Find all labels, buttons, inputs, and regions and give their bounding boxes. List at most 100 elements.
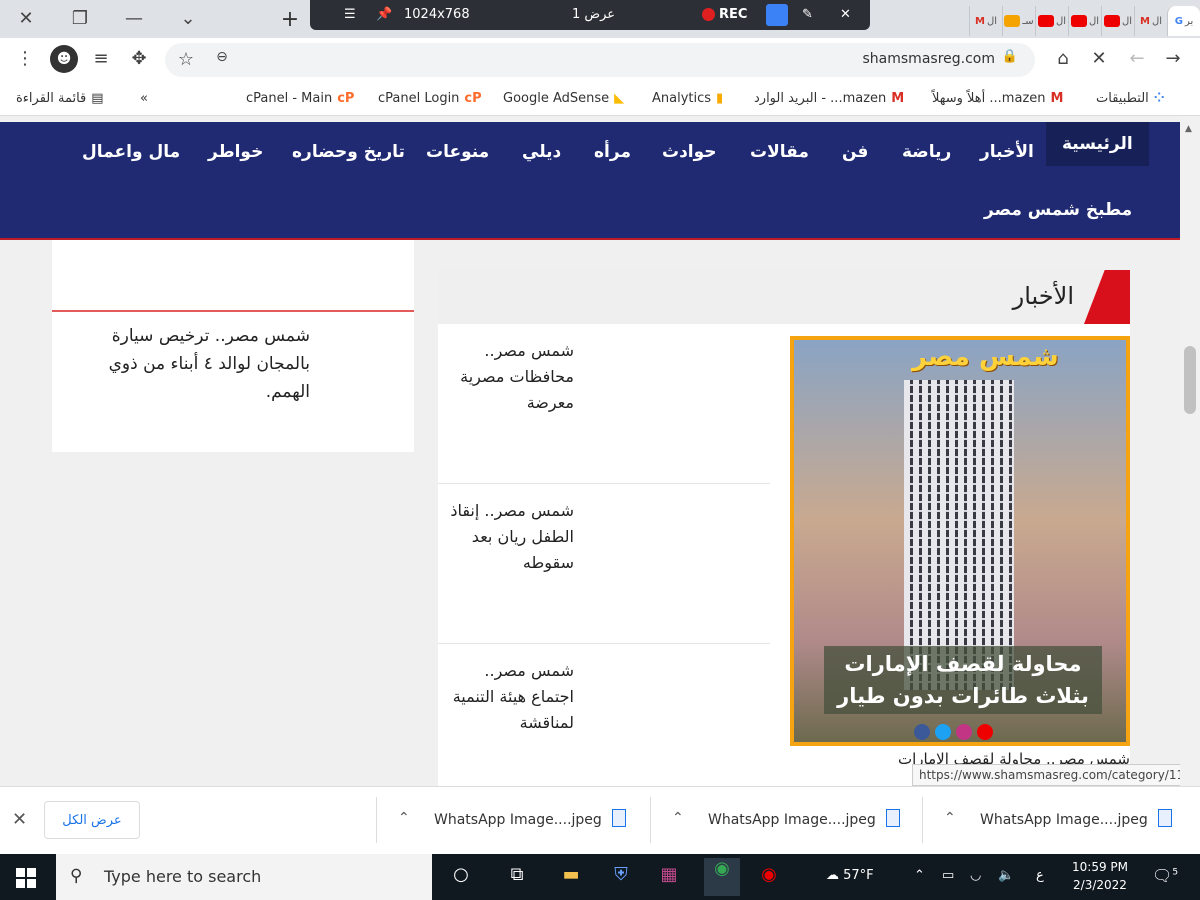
menu-icon[interactable]: ☰: [344, 7, 356, 22]
zoom-icon[interactable]: ⊖: [209, 49, 235, 65]
tab-google[interactable]: G بر: [1167, 6, 1200, 36]
nav-articles[interactable]: مقالات: [750, 142, 809, 162]
tab-gmail-2[interactable]: M ال: [969, 6, 1002, 36]
side-news-text[interactable]: شمس مصر.. ترخيص سيارة بالمجان لوالد ٤ أب…: [72, 322, 310, 406]
reading-list-button[interactable]: قائمة القراءة ▤: [16, 91, 104, 106]
weather-widget[interactable]: ☁ 57°F: [826, 868, 874, 883]
browser-toolbar: ⋮ ☻ ≡ ✥ ☆ ⊖ shamsmasreg.com 🔒 ⌂ ✕ ← →: [0, 38, 1200, 84]
new-tab-button[interactable]: +: [276, 6, 304, 32]
close-window-icon[interactable]: ✕: [0, 0, 52, 36]
profile-avatar[interactable]: ☻: [50, 45, 78, 73]
download-item[interactable]: ⌃ WhatsApp Image....jpeg: [932, 801, 1192, 841]
rec-button[interactable]: REC: [702, 7, 747, 22]
news-item-title: شمس مصر.. محافظات مصرية معرضة: [460, 341, 574, 412]
nav-misc[interactable]: منوعات: [426, 142, 489, 162]
chevron-up-icon[interactable]: ⌃: [398, 810, 410, 826]
section-title[interactable]: الأخبار: [1013, 282, 1074, 310]
volume-icon[interactable]: 🔈: [998, 868, 1014, 883]
back-arrow-icon[interactable]: ←: [1124, 48, 1150, 69]
featured-headline: محاولة لقصف الإمارات بثلاث طائرات بدون ط…: [824, 646, 1102, 714]
address-bar[interactable]: ☆ ⊖ shamsmasreg.com 🔒: [165, 43, 1035, 77]
pen-icon[interactable]: ✎: [802, 7, 813, 22]
page-scrollbar[interactable]: ▲: [1180, 116, 1200, 786]
bookmark-mazen-inbox[interactable]: البريد الوارد - ...mazen M: [754, 91, 904, 106]
stop-loading-icon[interactable]: ✕: [1086, 48, 1112, 69]
youtube-icon: [977, 724, 993, 740]
close-recorder-icon[interactable]: ✕: [840, 7, 851, 22]
restore-window-icon[interactable]: ❐: [54, 0, 106, 36]
nav-news[interactable]: الأخبار: [980, 142, 1034, 162]
bookmark-adsense[interactable]: Google AdSense ◣: [503, 91, 624, 106]
bookmark-cpanel-login[interactable]: cPanel Login cP: [378, 91, 482, 106]
chevron-up-icon[interactable]: ⌃: [944, 810, 956, 826]
forward-arrow-icon[interactable]: →: [1160, 48, 1186, 69]
news-item-title: شمس مصر.. إنقاذ الطفل ريان بعد سقوطه: [450, 501, 574, 572]
network-icon[interactable]: ◡: [970, 868, 981, 883]
system-clock[interactable]: 10:59 PM 2/3/2022: [1060, 858, 1140, 894]
extensions-icon[interactable]: ✥: [126, 48, 152, 69]
nav-thoughts[interactable]: خواطر: [208, 142, 263, 162]
tab-youtube-2[interactable]: ال: [1068, 6, 1101, 36]
tab-gmail[interactable]: M ال: [1134, 6, 1167, 36]
nav-kitchen[interactable]: مطبخ شمس مصر: [984, 200, 1132, 220]
nav-sports[interactable]: رياضة: [902, 142, 951, 162]
nav-art[interactable]: فن: [842, 142, 868, 162]
recorder-icon[interactable]: ◉: [756, 864, 782, 890]
news-list-item[interactable]: شمس مصر.. إنقاذ الطفل ريان بعد سقوطه: [438, 484, 770, 644]
more-bookmarks-icon[interactable]: «: [140, 91, 148, 106]
tab-search-chevron-icon[interactable]: ⌄: [162, 0, 214, 36]
brand-watermark: شمس مصر: [912, 342, 1059, 372]
downloads-bar: ✕ عرض الكل ⌃ WhatsApp Image....jpeg ⌃ Wh…: [0, 786, 1200, 854]
nav-woman[interactable]: مرأه: [594, 142, 631, 162]
news-list-item[interactable]: شمس مصر.. محافظات مصرية معرضة: [438, 324, 770, 484]
security-shield-icon[interactable]: ⛨: [608, 864, 634, 890]
scroll-thumb[interactable]: [1184, 346, 1196, 414]
tab-youtube-1[interactable]: ال: [1101, 6, 1134, 36]
task-view-icon[interactable]: ⧉: [504, 864, 530, 890]
lock-icon[interactable]: 🔒: [997, 49, 1023, 64]
winrar-icon[interactable]: ▦: [656, 864, 682, 890]
news-list-item[interactable]: شمس مصر.. اجتماع هيئة التنمية لمناقشة: [438, 644, 770, 786]
notification-icon[interactable]: 🗨5: [1152, 866, 1178, 885]
capture-icon[interactable]: [766, 4, 788, 26]
scroll-up-icon[interactable]: ▲: [1185, 124, 1192, 134]
file-explorer-icon[interactable]: ▬: [558, 864, 584, 890]
tab-youtube-3[interactable]: ال: [1035, 6, 1068, 36]
side-news-card: شمس مصر.. ترخيص سيارة بالمجان لوالد ٤ أب…: [52, 240, 414, 452]
download-item[interactable]: ⌃ WhatsApp Image....jpeg: [386, 801, 646, 841]
minimize-window-icon[interactable]: —: [108, 0, 160, 36]
chrome-icon[interactable]: ◉: [704, 858, 740, 896]
gmail-icon: M: [891, 91, 905, 106]
input-language[interactable]: ع: [1036, 868, 1044, 883]
nav-history[interactable]: تاريخ وحضاره: [292, 142, 405, 162]
bookmark-star-icon[interactable]: ☆: [173, 49, 199, 70]
nav-daily[interactable]: ديلي: [522, 142, 561, 162]
file-icon: [886, 809, 900, 827]
bookmark-cpanel-main[interactable]: cPanel - Main cP: [246, 91, 354, 106]
taskbar-search-box[interactable]: ⚲ Type here to search: [56, 854, 432, 900]
nav-accidents[interactable]: حوادث: [662, 142, 717, 162]
close-downloads-icon[interactable]: ✕: [12, 809, 27, 830]
kebab-menu-icon[interactable]: ⋮: [12, 48, 38, 69]
gmail-icon: M: [1050, 91, 1064, 106]
bookmark-mazen-welcome[interactable]: أهلاً وسهلاً ...mazen M: [932, 91, 1063, 106]
chevron-up-icon[interactable]: ⌃: [672, 810, 684, 826]
tray-chevron-icon[interactable]: ⌃: [914, 868, 925, 883]
show-all-button[interactable]: عرض الكل: [44, 801, 140, 839]
download-item[interactable]: ⌃ WhatsApp Image....jpeg: [660, 801, 920, 841]
cortana-icon[interactable]: ○: [448, 864, 474, 890]
start-button[interactable]: [16, 868, 36, 888]
reading-list-icon[interactable]: ≡: [88, 48, 114, 69]
nav-business[interactable]: مال واعمال: [82, 142, 180, 162]
twitter-icon: [935, 724, 951, 740]
nav-home[interactable]: الرئيسية: [1046, 122, 1149, 166]
screen-recorder-bar: ☰ 📌 1024x768 عرض 1 REC ✎ ✕: [310, 0, 870, 30]
bookmark-apps[interactable]: التطبيقات ⁘: [1096, 91, 1165, 106]
meet-now-icon[interactable]: ▭: [942, 868, 954, 883]
home-icon[interactable]: ⌂: [1050, 48, 1076, 69]
tab-other[interactable]: سـ: [1002, 6, 1035, 36]
featured-news-image[interactable]: شمس مصر محاولة لقصف الإمارات بثلاث طائرا…: [790, 336, 1130, 746]
bookmark-analytics[interactable]: Analytics ▮: [652, 91, 723, 106]
pin-icon[interactable]: 📌: [376, 7, 392, 22]
section-accent: [1084, 270, 1130, 324]
